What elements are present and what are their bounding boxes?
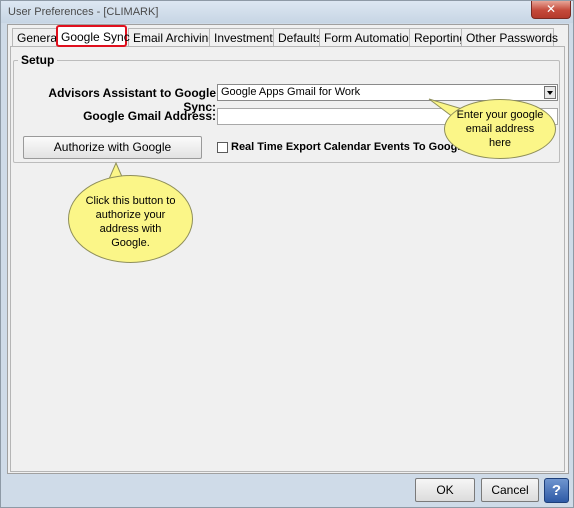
user-preferences-window: User Preferences - [CLIMARK] ✕ General G… [0, 0, 574, 508]
callout-tails [108, 98, 470, 180]
dialog-footer: OK Cancel [1, 473, 573, 507]
email-callout: Enter your google email address here [444, 99, 556, 159]
tab-google-sync[interactable]: Google Sync [56, 25, 130, 47]
email-callout-text: Enter your google email address here [456, 109, 544, 149]
ok-button[interactable]: OK [415, 478, 475, 502]
cancel-button[interactable]: Cancel [481, 478, 539, 502]
authorize-callout-text: Click this button to authorize your addr… [85, 195, 176, 249]
help-icon[interactable]: ? [544, 478, 569, 503]
authorize-callout: Click this button to authorize your addr… [68, 175, 193, 263]
